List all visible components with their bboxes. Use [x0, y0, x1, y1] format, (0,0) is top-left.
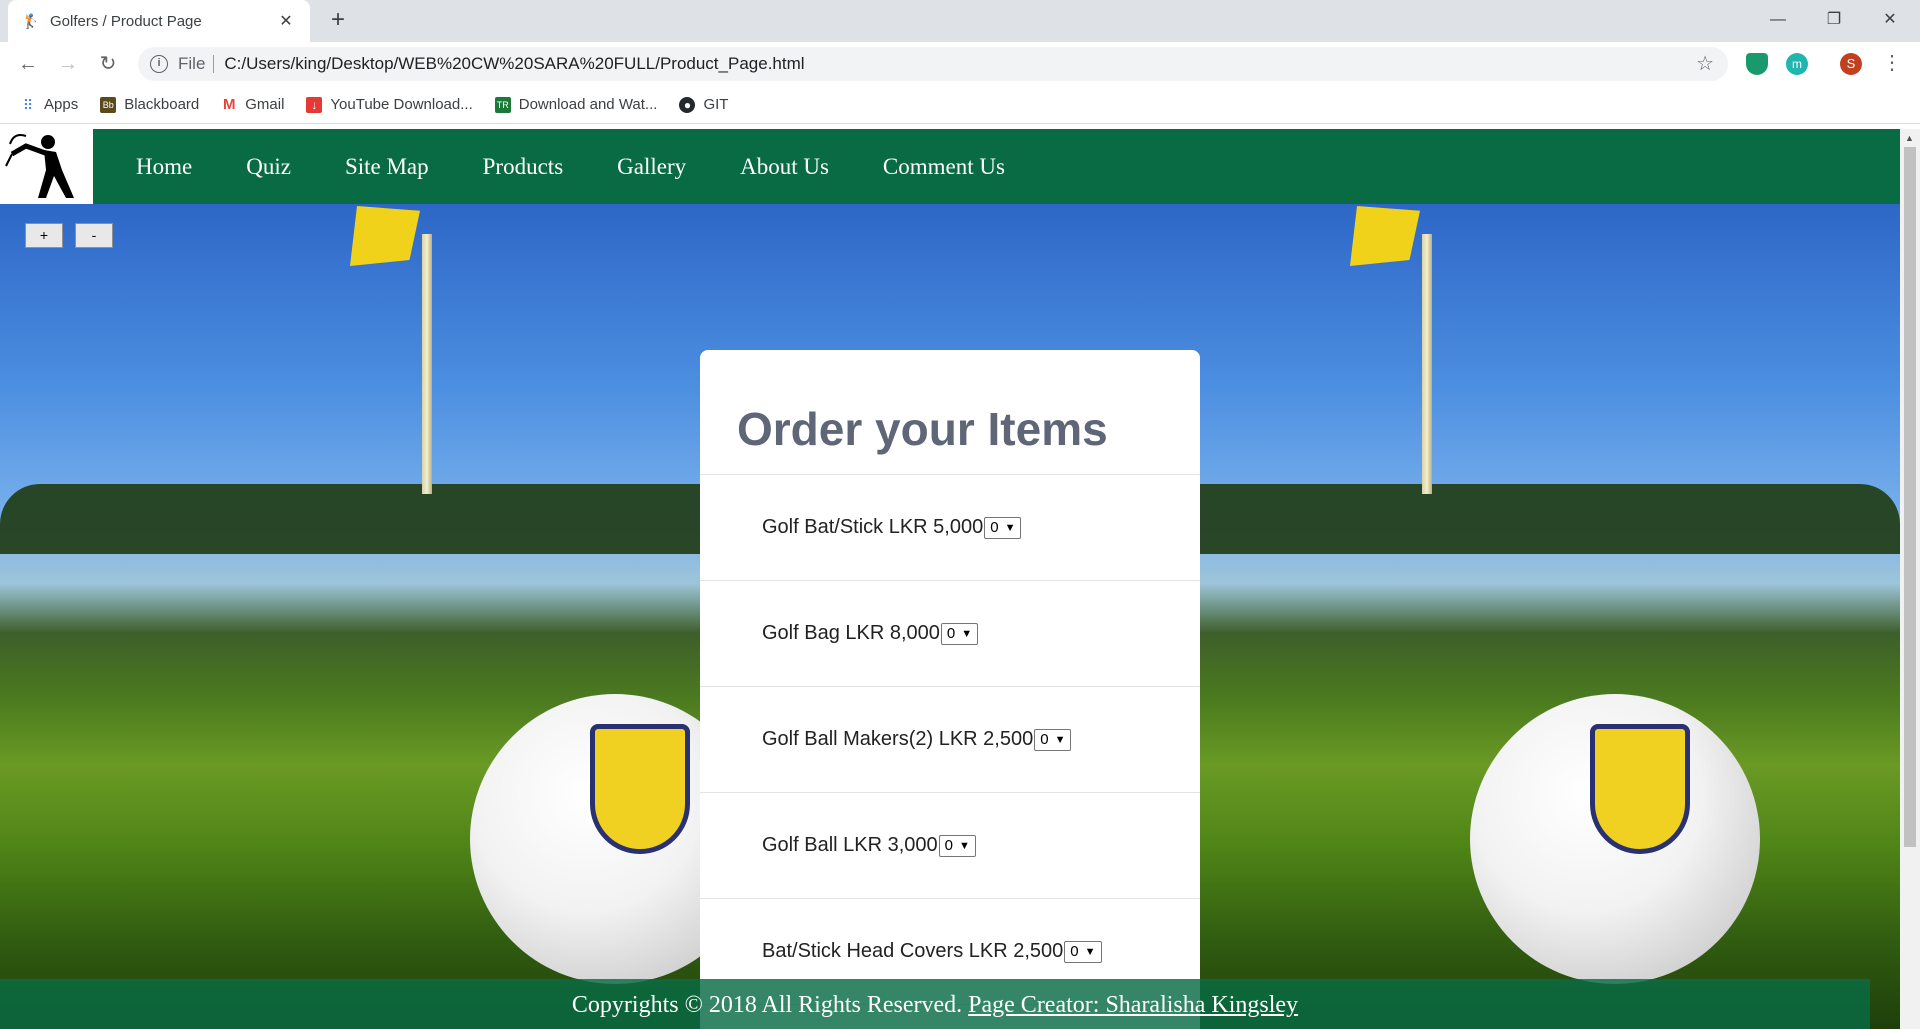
- quantity-value: 0: [990, 519, 999, 536]
- flag-pole: [422, 234, 432, 494]
- nav-about-us[interactable]: About Us: [740, 154, 829, 180]
- gmail-icon: M: [223, 95, 236, 113]
- nav-site-map[interactable]: Site Map: [345, 154, 429, 180]
- reload-button[interactable]: ↻: [94, 50, 122, 78]
- forward-button[interactable]: →: [54, 50, 82, 78]
- golfer-logo-icon: [4, 133, 74, 198]
- bookmark-label: Apps: [44, 96, 79, 113]
- quantity-select[interactable]: 0 ▼: [938, 834, 976, 857]
- github-icon: ●: [679, 96, 696, 113]
- bookmark-label: YouTube Download...: [330, 96, 473, 113]
- nav-gallery[interactable]: Gallery: [617, 154, 686, 180]
- new-tab-button[interactable]: +: [324, 7, 352, 35]
- nav-comment-us[interactable]: Comment Us: [883, 154, 1005, 180]
- browser-toolbar: ← → ↻ i File C:/Users/king/Desktop/WEB%2…: [0, 42, 1920, 86]
- page-viewport: Home Quiz Site Map Products Gallery Abou…: [0, 129, 1900, 1029]
- bookmark-git[interactable]: ● GIT: [679, 96, 728, 113]
- browser-tab[interactable]: 🏌 Golfers / Product Page ✕: [8, 0, 310, 42]
- url-separator: [213, 55, 215, 73]
- bookmark-download-watch[interactable]: TR Download and Wat...: [494, 96, 658, 113]
- scrollbar-thumb[interactable]: [1904, 147, 1916, 847]
- profile-avatar[interactable]: S: [1840, 53, 1862, 75]
- url-text[interactable]: C:/Users/king/Desktop/WEB%20CW%20SARA%20…: [224, 54, 804, 74]
- crest-emblem: [1590, 724, 1690, 854]
- site-navbar: Home Quiz Site Map Products Gallery Abou…: [0, 129, 1900, 204]
- dropdown-arrow-icon: ▼: [1054, 733, 1066, 746]
- page-creator-link[interactable]: Page Creator: Sharalisha Kingsley: [968, 992, 1298, 1018]
- quantity-select[interactable]: 0 ▼: [984, 516, 1022, 539]
- order-item-row: Golf Ball Makers(2) LKR 2,500 0 ▼: [700, 687, 1200, 793]
- quantity-select[interactable]: 0 ▼: [940, 622, 979, 645]
- quantity-select[interactable]: 0 ▼: [1034, 728, 1072, 751]
- nav-links: Home Quiz Site Map Products Gallery Abou…: [136, 129, 1059, 204]
- crest-emblem: [590, 724, 690, 854]
- nav-products[interactable]: Products: [483, 154, 564, 180]
- m-extension-icon[interactable]: m: [1786, 53, 1808, 75]
- order-title: Order your Items: [700, 350, 1200, 475]
- tr-icon: TR: [494, 96, 511, 113]
- golfer-logo[interactable]: [0, 129, 93, 204]
- close-tab-icon[interactable]: ✕: [276, 11, 296, 31]
- restore-button[interactable]: ❐: [1806, 0, 1862, 42]
- page-scrollbar[interactable]: ▲: [1900, 129, 1920, 1029]
- close-window-button[interactable]: ✕: [1862, 0, 1918, 42]
- bookmark-label: GIT: [703, 96, 729, 113]
- order-item-row: Golf Bat/Stick LKR 5,000 0 ▼: [700, 475, 1200, 581]
- back-button[interactable]: ←: [14, 50, 42, 78]
- item-label: Golf Bag LKR 8,000: [762, 622, 940, 644]
- bookmarks-bar: ⠿ Apps Bb Blackboard M Gmail ↓ YouTube D…: [0, 86, 1920, 124]
- zoom-out-button[interactable]: -: [75, 223, 113, 248]
- item-label: Golf Ball Makers(2) LKR 2,500: [762, 728, 1034, 750]
- site-footer: Copyrights © 2018 All Rights Reserved. P…: [0, 979, 1870, 1029]
- minimize-button[interactable]: —: [1750, 0, 1806, 42]
- nav-home[interactable]: Home: [136, 154, 192, 180]
- yellow-flag: [350, 206, 420, 266]
- quantity-value: 0: [946, 625, 956, 642]
- quantity-value: 0: [1070, 943, 1079, 960]
- item-label: Bat/Stick Head Covers LKR 2,500: [762, 940, 1064, 962]
- browser-tabstrip: 🏌 Golfers / Product Page ✕ + — ❐ ✕: [0, 0, 1920, 42]
- url-scheme: File: [178, 54, 206, 73]
- order-card: Order your Items Golf Bat/Stick LKR 5,00…: [700, 350, 1200, 1029]
- dropdown-arrow-icon: ▼: [1084, 945, 1096, 958]
- bookmark-apps[interactable]: ⠿ Apps: [20, 96, 78, 113]
- download-icon: ↓: [306, 96, 323, 113]
- quantity-value: 0: [944, 837, 953, 854]
- bookmark-youtube-download[interactable]: ↓ YouTube Download...: [306, 96, 473, 113]
- order-item-row: Golf Ball LKR 3,000 0 ▼: [700, 793, 1200, 899]
- quantity-value: 0: [1040, 731, 1049, 748]
- tab-title: Golfers / Product Page: [50, 12, 202, 30]
- golfer-favicon-icon: 🏌: [22, 13, 40, 29]
- bookmark-label: Blackboard: [124, 96, 200, 113]
- item-label: Golf Ball LKR 3,000: [762, 834, 938, 856]
- dropdown-arrow-icon: ▼: [1004, 521, 1016, 534]
- flag-pole: [1422, 234, 1432, 494]
- quantity-select[interactable]: 0 ▼: [1064, 940, 1102, 963]
- yellow-flag: [1350, 206, 1420, 266]
- item-label: Golf Bat/Stick LKR 5,000: [762, 516, 984, 538]
- apps-grid-icon: ⠿: [22, 96, 34, 113]
- dropdown-arrow-icon: ▼: [959, 839, 970, 852]
- info-icon[interactable]: i: [150, 55, 168, 73]
- bookmark-blackboard[interactable]: Bb Blackboard: [100, 96, 199, 113]
- bookmark-label: Gmail: [245, 96, 285, 113]
- bookmark-star-icon[interactable]: ☆: [1696, 51, 1714, 76]
- scroll-up-icon[interactable]: ▲: [1905, 133, 1914, 143]
- kebab-menu-icon[interactable]: ⋮: [1882, 50, 1902, 75]
- bookmark-label: Download and Wat...: [518, 96, 658, 113]
- blackboard-icon: Bb: [100, 96, 117, 113]
- address-bar[interactable]: i File C:/Users/king/Desktop/WEB%20CW%20…: [138, 47, 1728, 81]
- order-item-row: Golf Bag LKR 8,000 0 ▼: [700, 581, 1200, 687]
- nav-quiz[interactable]: Quiz: [246, 154, 291, 180]
- bookmark-gmail[interactable]: M Gmail: [221, 96, 284, 113]
- copyright-text: Copyrights © 2018 All Rights Reserved.: [571, 992, 963, 1018]
- dropdown-arrow-icon: ▼: [961, 627, 973, 640]
- zoom-in-button[interactable]: +: [25, 223, 63, 248]
- shield-extension-icon[interactable]: [1746, 53, 1768, 75]
